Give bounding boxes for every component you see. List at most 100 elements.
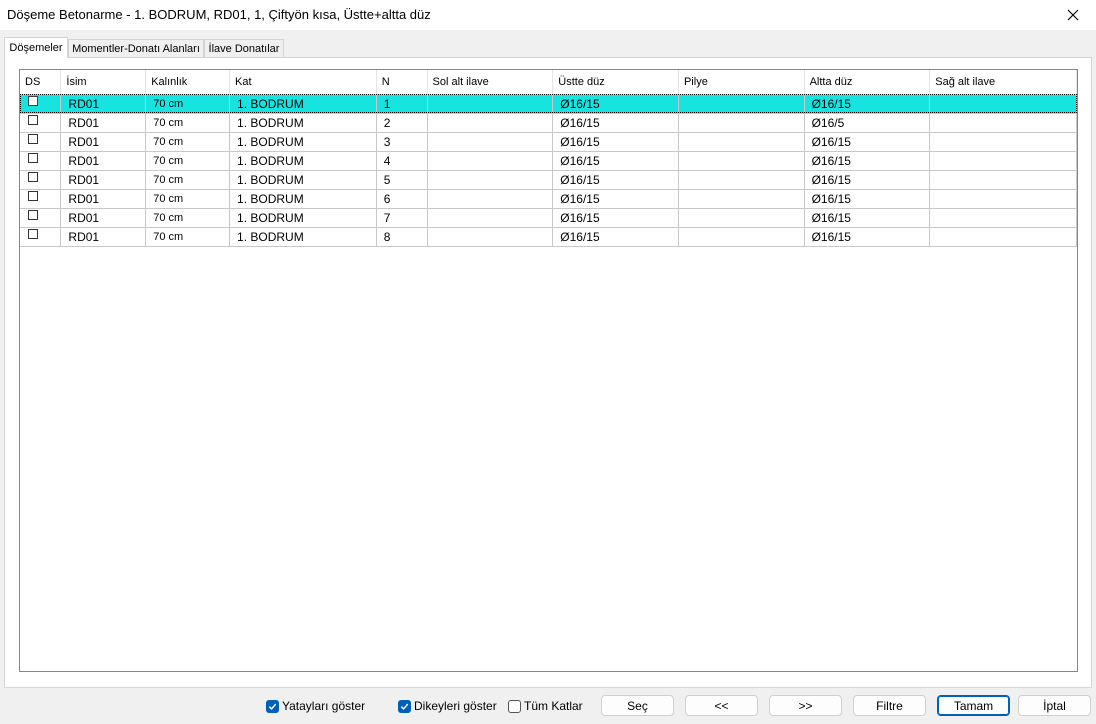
- cell-pilye[interactable]: [678, 94, 805, 114]
- cell-kalinlik[interactable]: 70 cm: [145, 227, 231, 247]
- cell-ustte-duz[interactable]: Ø16/15: [552, 132, 679, 152]
- cell-sol-alt-ilave[interactable]: [427, 94, 554, 114]
- dikeyleri-goster-checkbox[interactable]: Dikeyleri göster: [398, 699, 497, 713]
- cell-ds[interactable]: [20, 132, 62, 152]
- table-row[interactable]: RD01 70 cm 1. BODRUM 7 Ø16/15 Ø16/15: [20, 208, 1077, 228]
- column-header-pilye[interactable]: Pilye: [678, 70, 805, 95]
- close-button[interactable]: [1050, 0, 1096, 30]
- cell-altta-duz[interactable]: Ø16/15: [804, 151, 931, 171]
- cell-isim[interactable]: RD01: [60, 94, 147, 114]
- cell-sol-alt-ilave[interactable]: [427, 208, 554, 228]
- column-header-altta-duz[interactable]: Altta düz: [804, 70, 931, 95]
- cell-altta-duz[interactable]: Ø16/15: [804, 132, 931, 152]
- cell-sag-alt-ilave[interactable]: [929, 227, 1077, 247]
- cell-ustte-duz[interactable]: Ø16/15: [552, 170, 679, 190]
- cell-sag-alt-ilave[interactable]: [929, 113, 1077, 133]
- cell-kat[interactable]: 1. BODRUM: [229, 227, 377, 247]
- cell-n[interactable]: 3: [376, 132, 428, 152]
- cell-kat[interactable]: 1. BODRUM: [229, 94, 377, 114]
- tum-katlar-checkbox[interactable]: Tüm Katlar: [508, 699, 583, 713]
- cell-sol-alt-ilave[interactable]: [427, 227, 554, 247]
- cell-ds[interactable]: [20, 227, 62, 247]
- cell-kalinlik[interactable]: 70 cm: [145, 94, 231, 114]
- cell-sag-alt-ilave[interactable]: [929, 151, 1077, 171]
- cell-n[interactable]: 6: [376, 189, 428, 209]
- cell-sol-alt-ilave[interactable]: [427, 151, 554, 171]
- cell-kalinlik[interactable]: 70 cm: [145, 208, 231, 228]
- yataylari-goster-checkbox[interactable]: Yatayları göster: [266, 699, 365, 713]
- cell-pilye[interactable]: [678, 113, 805, 133]
- ds-checkbox[interactable]: [28, 210, 38, 221]
- cell-pilye[interactable]: [678, 227, 805, 247]
- cell-kalinlik[interactable]: 70 cm: [145, 170, 231, 190]
- cell-isim[interactable]: RD01: [60, 170, 147, 190]
- cell-kat[interactable]: 1. BODRUM: [229, 189, 377, 209]
- cell-sag-alt-ilave[interactable]: [929, 170, 1077, 190]
- cell-sol-alt-ilave[interactable]: [427, 132, 554, 152]
- next-button[interactable]: >>: [769, 695, 842, 716]
- ds-checkbox[interactable]: [28, 96, 38, 107]
- cell-kalinlik[interactable]: 70 cm: [145, 132, 231, 152]
- cell-altta-duz[interactable]: Ø16/15: [804, 208, 931, 228]
- column-header-sol-alt-ilave[interactable]: Sol alt ilave: [427, 70, 554, 95]
- table-row[interactable]: RD01 70 cm 1. BODRUM 8 Ø16/15 Ø16/15: [20, 227, 1077, 247]
- cell-ds[interactable]: [20, 151, 62, 171]
- cell-ustte-duz[interactable]: Ø16/15: [552, 113, 679, 133]
- cell-kalinlik[interactable]: 70 cm: [145, 151, 231, 171]
- cell-ustte-duz[interactable]: Ø16/15: [552, 94, 679, 114]
- cell-ustte-duz[interactable]: Ø16/15: [552, 227, 679, 247]
- cell-n[interactable]: 4: [376, 151, 428, 171]
- cell-pilye[interactable]: [678, 189, 805, 209]
- cell-altta-duz[interactable]: Ø16/15: [804, 170, 931, 190]
- cell-sol-alt-ilave[interactable]: [427, 113, 554, 133]
- sec-button[interactable]: Seç: [601, 695, 674, 716]
- cell-n[interactable]: 1: [376, 94, 428, 114]
- checkbox-unchecked[interactable]: [508, 699, 521, 713]
- cell-pilye[interactable]: [678, 208, 805, 228]
- cell-kat[interactable]: 1. BODRUM: [229, 113, 377, 133]
- tab-momentler[interactable]: Momentler-Donatı Alanları: [68, 39, 204, 57]
- cell-ustte-duz[interactable]: Ø16/15: [552, 151, 679, 171]
- cell-ustte-duz[interactable]: Ø16/15: [552, 208, 679, 228]
- column-header-isim[interactable]: İsim: [60, 70, 147, 95]
- table-row[interactable]: RD01 70 cm 1. BODRUM 4 Ø16/15 Ø16/15: [20, 151, 1077, 171]
- cell-n[interactable]: 8: [376, 227, 428, 247]
- ds-checkbox[interactable]: [28, 115, 38, 126]
- cell-altta-duz[interactable]: Ø16/15: [804, 189, 931, 209]
- cell-n[interactable]: 7: [376, 208, 428, 228]
- table-row[interactable]: RD01 70 cm 1. BODRUM 6 Ø16/15 Ø16/15: [20, 189, 1077, 209]
- table-row[interactable]: RD01 70 cm 1. BODRUM 3 Ø16/15 Ø16/15: [20, 132, 1077, 152]
- column-header-ustte-duz[interactable]: Üstte düz: [552, 70, 679, 95]
- cell-kalinlik[interactable]: 70 cm: [145, 189, 231, 209]
- cell-isim[interactable]: RD01: [60, 151, 147, 171]
- table-row[interactable]: RD01 70 cm 1. BODRUM 2 Ø16/15 Ø16/5: [20, 113, 1077, 133]
- cell-isim[interactable]: RD01: [60, 208, 147, 228]
- cell-pilye[interactable]: [678, 170, 805, 190]
- column-header-n[interactable]: N: [376, 70, 428, 95]
- cell-kat[interactable]: 1. BODRUM: [229, 208, 377, 228]
- cell-ds[interactable]: [20, 208, 62, 228]
- checkbox-checked[interactable]: [266, 699, 279, 713]
- cell-pilye[interactable]: [678, 132, 805, 152]
- cell-kalinlik[interactable]: 70 cm: [145, 113, 231, 133]
- tab-ilave-donatilar[interactable]: İlave Donatılar: [204, 39, 284, 57]
- cell-ds[interactable]: [20, 94, 62, 114]
- ds-checkbox[interactable]: [28, 191, 38, 202]
- cell-ds[interactable]: [20, 113, 62, 133]
- cell-altta-duz[interactable]: Ø16/15: [804, 227, 931, 247]
- iptal-button[interactable]: İptal: [1018, 695, 1091, 716]
- filtre-button[interactable]: Filtre: [853, 695, 926, 716]
- checkbox-checked[interactable]: [398, 699, 411, 713]
- cell-ds[interactable]: [20, 170, 62, 190]
- cell-sag-alt-ilave[interactable]: [929, 94, 1077, 114]
- cell-ds[interactable]: [20, 189, 62, 209]
- cell-isim[interactable]: RD01: [60, 113, 147, 133]
- column-header-sag-alt-ilave[interactable]: Sağ alt ilave: [929, 70, 1077, 95]
- tamam-button[interactable]: Tamam: [937, 695, 1010, 716]
- tab-dosemeler[interactable]: Döşemeler: [4, 37, 68, 58]
- cell-isim[interactable]: RD01: [60, 189, 147, 209]
- previous-button[interactable]: <<: [685, 695, 758, 716]
- cell-pilye[interactable]: [678, 151, 805, 171]
- cell-kat[interactable]: 1. BODRUM: [229, 170, 377, 190]
- cell-altta-duz[interactable]: Ø16/15: [804, 94, 931, 114]
